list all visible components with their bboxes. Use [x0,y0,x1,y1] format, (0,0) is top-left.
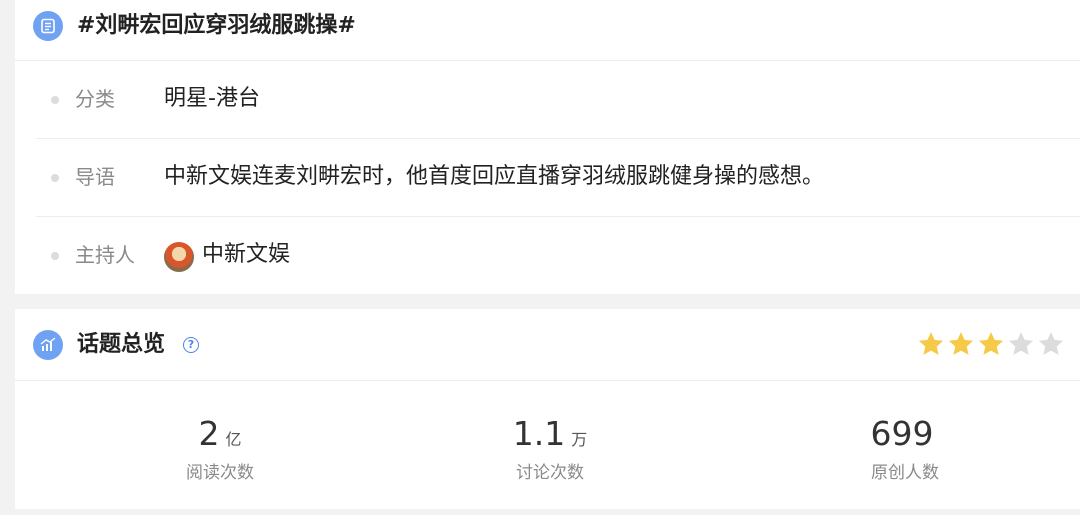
stat-original-authors: 699 原创人数 [780,414,1030,485]
intro-label: 导语 [75,165,115,189]
host-avatar[interactable] [164,242,194,272]
stat-unit: 万 [571,430,588,449]
overview-header: 话题总览 ? [15,309,1080,381]
chart-trend-icon [33,330,63,360]
stat-number: 699 [870,414,934,453]
star-icon [948,332,974,355]
bullet-dot-icon [51,252,59,260]
category-label: 分类 [75,87,115,111]
list-document-icon [33,11,63,41]
topic-title: #刘畊宏回应穿羽绒服跳操# [77,13,356,38]
info-row-host: 主持人 中新文娱 [36,217,1080,295]
stat-label: 阅读次数 [186,463,254,483]
stat-reads: 2亿 阅读次数 [95,414,345,485]
info-row-intro: 导语 中新文娱连麦刘畊宏时，他首度回应直播穿羽绒服跳健身操的感想。 [36,139,1080,217]
rating-stars [916,329,1066,361]
stat-discussions: 1.1 万 讨论次数 [425,414,675,485]
bullet-dot-icon [51,174,59,182]
bullet-dot-icon [51,96,59,104]
info-row-category: 分类 明星-港台 [36,61,1080,139]
topic-header: #刘畊宏回应穿羽绒服跳操# [15,0,1080,61]
topic-card: #刘畊宏回应穿羽绒服跳操# 分类 明星-港台 导语 中新文娱连麦刘畊宏时，他首度… [15,0,1080,294]
star-icon [1038,332,1064,355]
intro-value: 中新文娱连麦刘畊宏时，他首度回应直播穿羽绒服跳健身操的感想。 [164,164,825,189]
overview-title: 话题总览 [77,332,166,357]
star-icon [978,332,1004,355]
star-icon [918,332,944,355]
stat-label: 原创人数 [871,463,939,483]
stat-number: 2 [198,414,220,453]
question-circle-icon[interactable]: ? [183,337,199,353]
host-name[interactable]: 中新文娱 [202,240,290,270]
host-label: 主持人 [75,243,135,267]
overview-card: 话题总览 ? 2亿 阅读次数 1.1 万 讨论次数 699 原创人数 [15,309,1080,509]
star-icon [1008,332,1034,355]
stat-label: 讨论次数 [516,463,584,483]
stat-unit: 亿 [225,430,242,449]
category-value[interactable]: 明星-港台 [164,84,260,114]
stat-number: 1.1 [512,414,566,453]
